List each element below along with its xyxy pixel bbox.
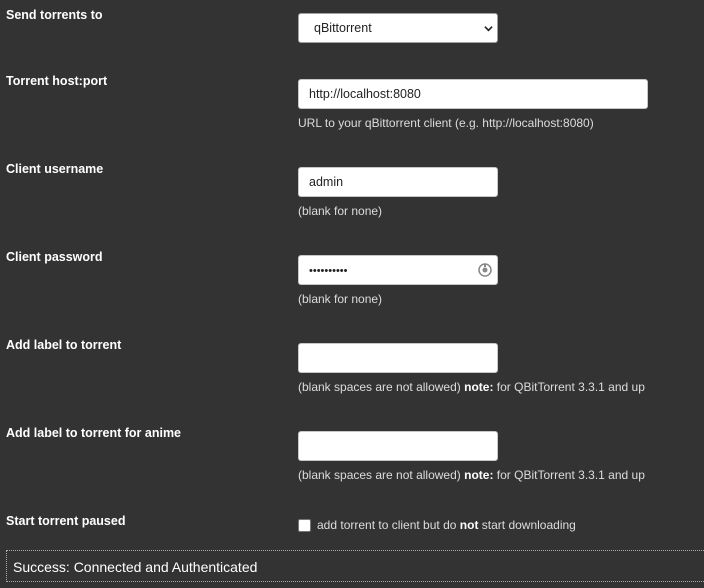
client-username-input[interactable] <box>298 167 498 197</box>
start-paused-checkbox[interactable] <box>298 519 311 532</box>
start-paused-label: Start torrent paused <box>6 514 126 528</box>
chevron-down-icon <box>484 26 493 32</box>
client-password-help: (blank for none) <box>298 292 383 306</box>
torrent-label-help-suffix: for QBitTorrent 3.3.1 and up <box>496 380 645 394</box>
anime-label-help-suffix: for QBitTorrent 3.3.1 and up <box>496 468 645 482</box>
client-password-input[interactable]: •••••••••• <box>298 255 498 285</box>
anime-label-help-prefix: (blank spaces are not allowed) <box>298 468 461 482</box>
eye-icon[interactable] <box>477 262 493 278</box>
anime-label-input[interactable] <box>298 431 498 461</box>
start-paused-text-suffix: start downloading <box>481 518 576 532</box>
anime-label-help: (blank spaces are not allowed) note: for… <box>298 468 645 482</box>
torrent-host-label: Torrent host:port <box>6 74 108 88</box>
client-password-masked-value: •••••••••• <box>309 265 348 277</box>
torrent-host-help: URL to your qBittorrent client (e.g. htt… <box>298 116 594 130</box>
start-paused-text-bold: not <box>459 518 479 532</box>
anime-label-label: Add label to torrent for anime <box>6 426 182 440</box>
torrent-label-input[interactable] <box>298 343 498 373</box>
torrent-host-input[interactable] <box>298 79 648 109</box>
client-username-label: Client username <box>6 162 104 176</box>
torrent-label-help: (blank spaces are not allowed) note: for… <box>298 380 645 394</box>
start-paused-text-prefix: add torrent to client but do <box>317 518 457 532</box>
torrent-label-help-prefix: (blank spaces are not allowed) <box>298 380 461 394</box>
client-username-help: (blank for none) <box>298 204 383 218</box>
connection-status-message: Success: Connected and Authenticated <box>6 550 704 582</box>
start-paused-checkbox-label[interactable]: add torrent to client but do not start d… <box>317 518 576 532</box>
send-torrents-select[interactable]: qBittorrent <box>298 13 498 43</box>
client-password-label: Client password <box>6 250 103 264</box>
anime-label-help-note: note: <box>464 468 494 482</box>
torrent-label-label: Add label to torrent <box>6 338 122 352</box>
connection-status-text: Success: Connected and Authenticated <box>13 559 258 575</box>
torrent-label-help-note: note: <box>464 380 494 394</box>
send-torrents-to-label: Send torrents to <box>6 8 103 22</box>
send-torrents-selected-value: qBittorrent <box>314 21 372 35</box>
